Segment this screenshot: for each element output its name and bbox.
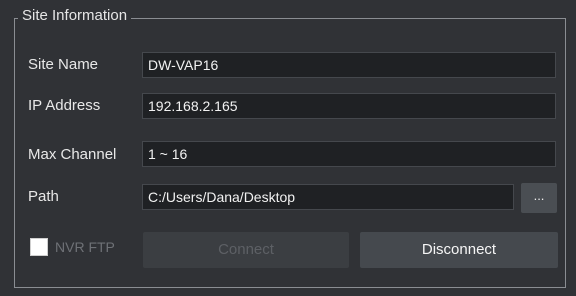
- max-channel-field[interactable]: 1 ~ 16: [142, 141, 556, 167]
- path-field[interactable]: C:/Users/Dana/Desktop: [142, 184, 514, 210]
- nvr-ftp-label: NVR FTP: [55, 239, 115, 255]
- browse-path-button[interactable]: ...: [521, 183, 557, 213]
- ip-address-label: IP Address: [28, 97, 101, 114]
- max-channel-label: Max Channel: [28, 146, 117, 163]
- site-information-panel: Site Information Site Name DW-VAP16 IP A…: [0, 0, 576, 296]
- site-name-field[interactable]: DW-VAP16: [142, 52, 556, 78]
- nvr-ftp-checkbox[interactable]: [30, 238, 48, 256]
- site-name-label: Site Name: [28, 56, 99, 73]
- connect-button[interactable]: Connect: [143, 232, 349, 268]
- disconnect-button[interactable]: Disconnect: [360, 232, 558, 268]
- ip-address-field[interactable]: 192.168.2.165: [142, 93, 556, 119]
- path-label: Path: [28, 188, 59, 205]
- group-title: Site Information: [18, 6, 132, 26]
